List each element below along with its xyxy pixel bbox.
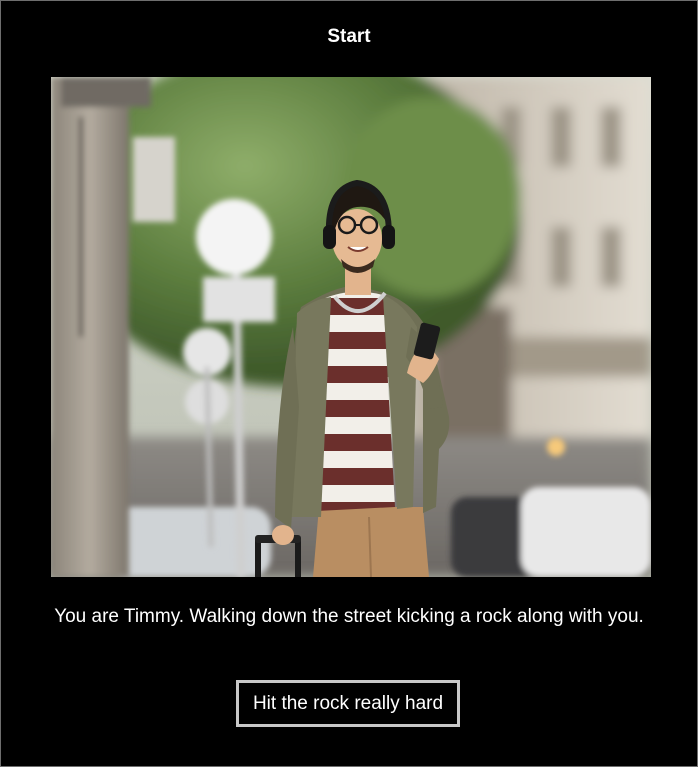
narration-text: You are Timmy. Walking down the street k… bbox=[54, 606, 644, 627]
game-frame: Start You are Timmy. Walking down the st… bbox=[0, 0, 698, 767]
choice-button-hit-rock[interactable]: Hit the rock really hard bbox=[236, 680, 460, 727]
scene-title: Start bbox=[327, 26, 371, 47]
scene-image bbox=[51, 77, 651, 577]
